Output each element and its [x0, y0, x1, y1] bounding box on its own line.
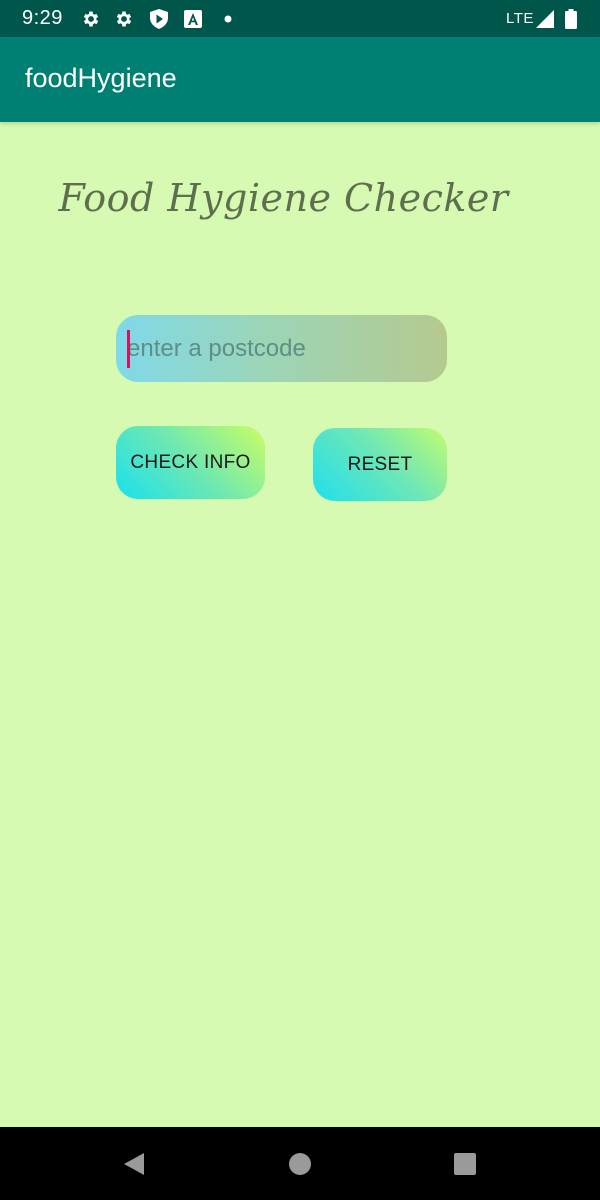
back-icon[interactable]	[118, 1149, 148, 1179]
dot-icon	[218, 9, 238, 29]
postcode-input[interactable]	[116, 315, 447, 382]
app-title: foodHygiene	[25, 63, 177, 93]
check-info-button[interactable]: CHECK INFO	[116, 426, 265, 499]
reset-button[interactable]: RESET	[313, 428, 447, 501]
network-type: LTE	[506, 10, 534, 27]
gear-icon	[81, 9, 101, 29]
app-bar: foodHygiene	[0, 37, 600, 122]
shield-play-icon	[149, 9, 169, 29]
status-bar: 9:29 LTE	[0, 0, 600, 37]
page-title: Food Hygiene Checker	[58, 176, 509, 220]
signal-icon	[535, 9, 555, 29]
gear-icon	[114, 9, 134, 29]
navigation-bar	[0, 1127, 600, 1200]
recents-icon[interactable]	[450, 1149, 480, 1179]
home-icon[interactable]	[285, 1149, 315, 1179]
a-box-icon	[183, 9, 203, 29]
battery-icon	[561, 9, 581, 29]
status-time: 9:29	[22, 7, 63, 29]
text-cursor	[127, 330, 130, 368]
postcode-field[interactable]	[116, 315, 447, 382]
